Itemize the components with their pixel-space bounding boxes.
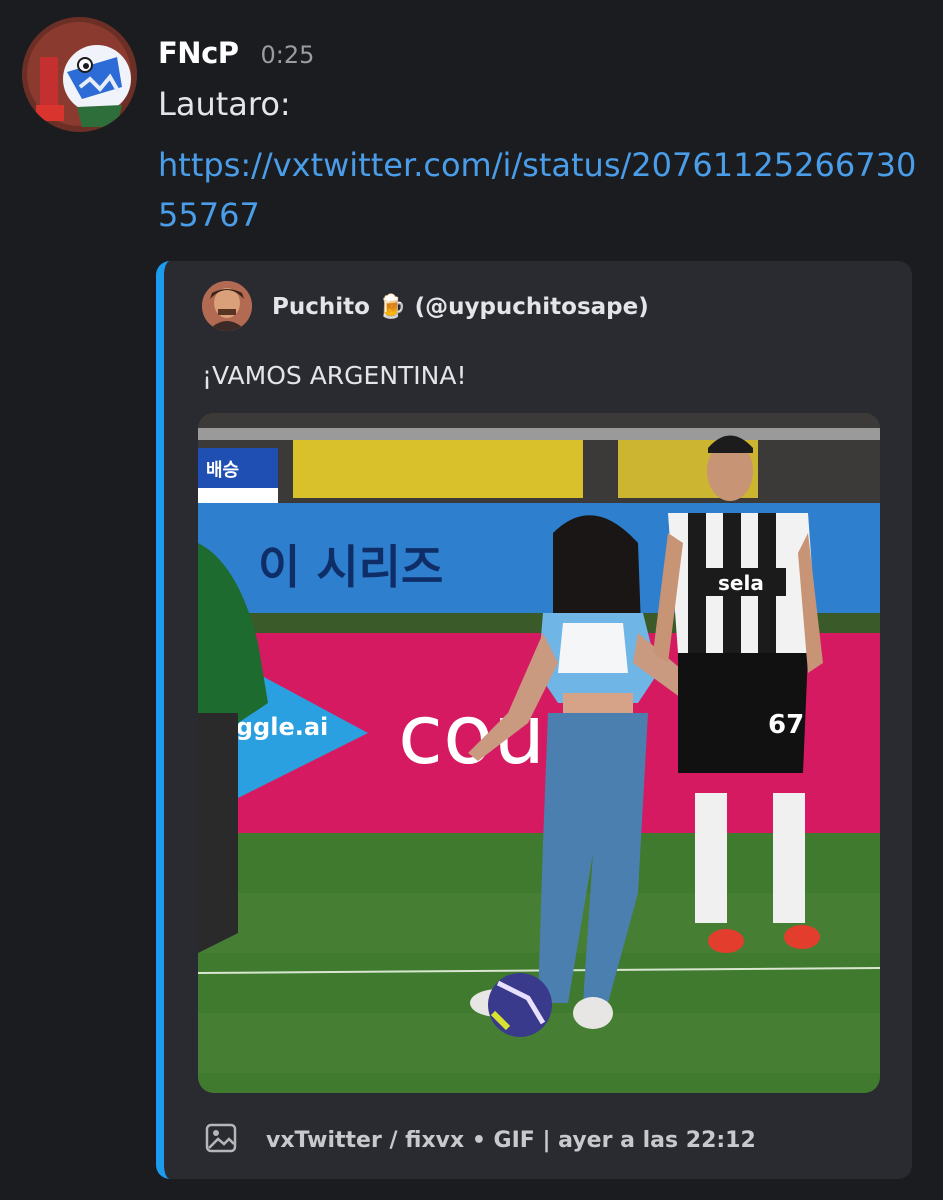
embed-description: ¡VAMOS ARGENTINA! [202,361,467,390]
username[interactable]: FNcP [158,36,239,70]
shirt-sponsor: sela [718,571,764,595]
message-text: Lautaro: [158,85,291,123]
author-avatar[interactable] [202,281,252,331]
embed-footer-text: vxTwitter / fixvx • GIF | ayer a las 22:… [266,1127,756,1153]
author-name[interactable]: Puchito 🍺 (@uypuchitosape) [272,293,649,320]
embed-gif[interactable]: 배승 이 시리즈 viggle.ai cou sela 67 [198,413,880,1093]
user-avatar[interactable] [22,17,137,132]
scoreboard-text: 배승 [206,460,239,481]
image-icon [204,1121,238,1159]
player-number: 67 [768,710,804,740]
embed-footer: vxTwitter / fixvx • GIF | ayer a las 22:… [204,1121,756,1159]
embed-author[interactable]: Puchito 🍺 (@uypuchitosape) [202,281,649,331]
banner-text: 이 시리즈 [258,540,443,594]
link-embed: Puchito 🍺 (@uypuchitosape) ¡VAMOS ARGENT… [156,261,912,1179]
message-header: FNcP 0:25 [158,36,314,70]
timestamp: 0:25 [260,41,315,69]
message-link[interactable]: https://vxtwitter.com/i/status/207611252… [158,140,918,240]
